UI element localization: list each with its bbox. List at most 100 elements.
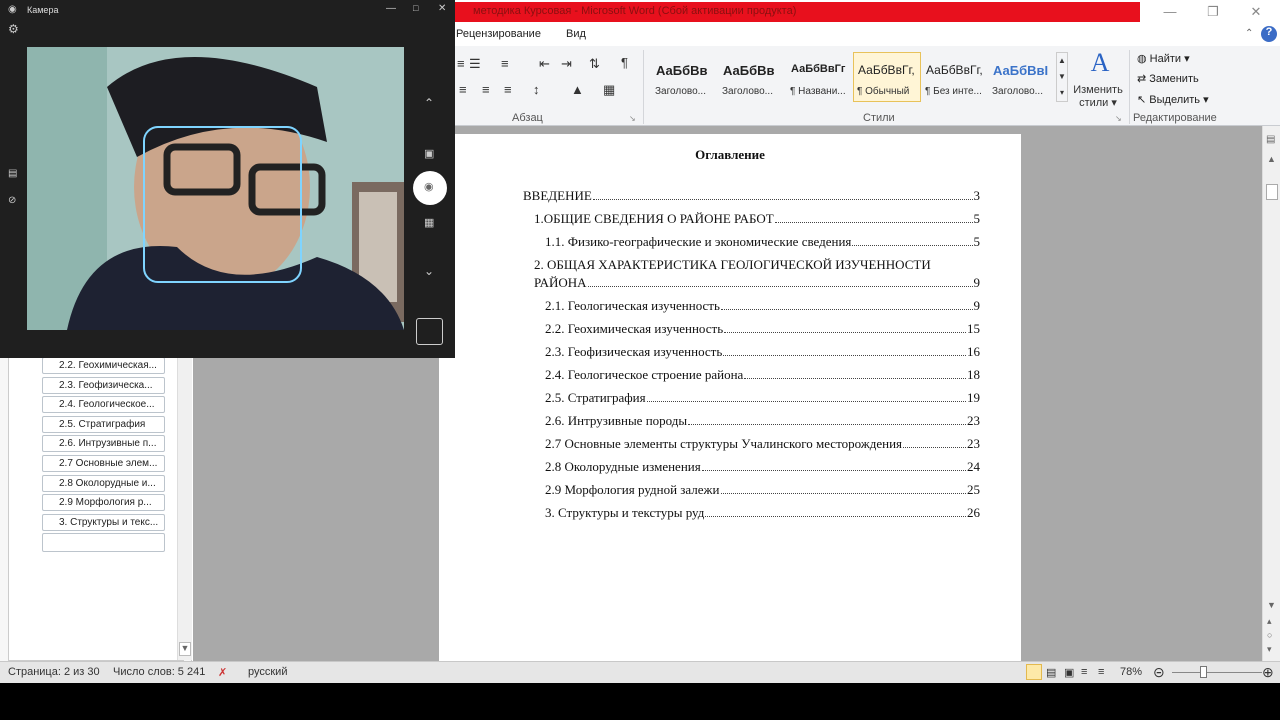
- toc-entry[interactable]: 2.4. Геологическое строение района 18: [545, 367, 980, 383]
- nav-heading-item[interactable]: [42, 533, 165, 553]
- borders-icon[interactable]: ▦: [603, 82, 615, 98]
- zoom-out-icon[interactable]: ⊝: [1153, 664, 1165, 681]
- bullets-list-icon[interactable]: ≡: [457, 56, 465, 71]
- toc-entry[interactable]: 1.1. Физико-географические и экономическ…: [545, 234, 980, 250]
- previous-page-icon[interactable]: ▴: [1267, 616, 1272, 627]
- close-icon[interactable]: ✕: [438, 3, 446, 14]
- nav-heading-item[interactable]: 2.9 Морфология р...: [42, 494, 165, 512]
- toc-entry[interactable]: ВВЕДЕНИЕ 3: [523, 188, 980, 204]
- web-layout-icon[interactable]: ▣: [1064, 666, 1074, 679]
- scroll-down-icon[interactable]: ▼: [179, 642, 191, 656]
- help-icon[interactable]: ?: [1261, 26, 1277, 42]
- find-button[interactable]: ◍ Найти ▾: [1137, 52, 1190, 65]
- toc-entry[interactable]: 2.9 Морфология рудной залежи 25: [545, 482, 980, 498]
- zoom-slider[interactable]: [1172, 672, 1262, 673]
- change-styles-label[interactable]: Изменить стили ▾: [1070, 84, 1126, 109]
- toc-leader-dots: [744, 378, 966, 379]
- align-center-icon[interactable]: ≡: [482, 82, 490, 97]
- page-count[interactable]: Страница: 2 из 30: [8, 666, 100, 678]
- maximize-icon[interactable]: □: [413, 3, 418, 13]
- sort-icon[interactable]: ⇅: [589, 56, 600, 72]
- align-left-icon[interactable]: ≡: [459, 82, 467, 97]
- toc-entry-text-line[interactable]: 2. ОБЩАЯ ХАРАКТЕРИСТИКА ГЕОЛОГИЧЕСКОЙ ИЗ…: [534, 257, 931, 273]
- paragraph-dialog-icon[interactable]: ↘: [629, 114, 636, 123]
- nav-heading-item[interactable]: 2.2. Геохимическая...: [42, 357, 165, 374]
- hdr-icon[interactable]: ▤: [8, 168, 17, 179]
- chevron-down-icon[interactable]: ⌄: [424, 264, 434, 278]
- toc-entry[interactable]: 2.5. Стратиграфия 19: [545, 390, 980, 406]
- style-item[interactable]: АаБбВвГг, ¶ Обычный: [853, 52, 921, 102]
- minimize-icon[interactable]: —: [386, 3, 396, 14]
- toc-entry[interactable]: 2.2. Геохимическая изученность 15: [545, 321, 980, 337]
- collapse-ribbon-icon[interactable]: ⌃: [1245, 28, 1253, 39]
- scroll-thumb[interactable]: [1266, 184, 1278, 200]
- style-sample: АаБбВв: [656, 63, 708, 78]
- toc-entry[interactable]: 2.1. Геологическая изученность 9: [545, 298, 980, 314]
- styles-scroll-icon[interactable]: ▲ ▼ ▾: [1056, 52, 1068, 102]
- chevron-up-icon[interactable]: ⌃: [424, 96, 434, 110]
- style-item[interactable]: АаБбВв Заголово...: [651, 52, 719, 102]
- draft-view-icon[interactable]: ≡: [1098, 666, 1104, 678]
- close-icon[interactable]: ✕: [1241, 4, 1271, 20]
- nav-heading-item[interactable]: 2.7 Основные элем...: [42, 455, 165, 472]
- multilevel-list-icon[interactable]: ≡: [501, 56, 509, 71]
- gear-icon[interactable]: ⚙: [8, 22, 19, 36]
- style-item[interactable]: АаБбВвГг ¶ Названи...: [786, 52, 854, 102]
- toc-entry[interactable]: РАЙОНА 9: [534, 275, 980, 291]
- language[interactable]: русский: [248, 666, 287, 678]
- nav-heading-item[interactable]: 3. Структуры и текс...: [42, 513, 165, 531]
- document-page[interactable]: Оглавление ВВЕДЕНИЕ 3 1.ОБЩИЕ СВЕДЕНИЯ О Р…: [439, 134, 1021, 661]
- justify-icon[interactable]: ≡: [504, 82, 512, 97]
- nav-heading-item[interactable]: 2.5. Стратиграфия: [42, 415, 165, 433]
- zoom-in-icon[interactable]: ⊕: [1262, 664, 1274, 681]
- change-styles-icon[interactable]: A: [1081, 48, 1119, 78]
- minimize-icon[interactable]: —: [1155, 4, 1185, 19]
- toc-entry[interactable]: 2.7 Основные элементы структуры Учалинск…: [545, 436, 980, 452]
- nav-heading-item[interactable]: 2.4. Геологическое...: [42, 396, 165, 414]
- styles-dialog-icon[interactable]: ↘: [1115, 114, 1122, 123]
- numbered-list-icon[interactable]: ☰: [469, 56, 481, 72]
- browse-object-icon[interactable]: ○: [1267, 630, 1272, 640]
- window-title: методика Курсовая - Microsoft Word (Сбой…: [455, 2, 1140, 22]
- scroll-up-icon[interactable]: ▲: [1267, 154, 1276, 164]
- video-mode-icon[interactable]: ▣: [424, 147, 434, 160]
- replace-button[interactable]: ⇄ Заменить: [1137, 72, 1199, 85]
- pilcrow-icon[interactable]: ¶: [621, 55, 628, 70]
- toc-entry[interactable]: 2.8 Околорудные изменения 24: [545, 459, 980, 475]
- zoom-level[interactable]: 78%: [1120, 666, 1142, 678]
- toc-leader-dots: [705, 516, 966, 517]
- toc-entry[interactable]: 1.ОБЩИЕ СВЕДЕНИЯ О РАЙОНЕ РАБОТ 5: [534, 211, 980, 227]
- toc-entry[interactable]: 3. Структуры и текстуры руд 26: [545, 505, 980, 521]
- toc-entry[interactable]: 2.3. Геофизическая изученность 16: [545, 344, 980, 360]
- style-item[interactable]: АаБбВв Заголово...: [718, 52, 786, 102]
- style-item[interactable]: АаБбВвГг, ¶ Без инте...: [921, 52, 989, 102]
- capture-photo-button[interactable]: ◉: [413, 171, 447, 205]
- nav-heading-item[interactable]: 2.3. Геофизическа...: [42, 376, 165, 394]
- decrease-indent-icon[interactable]: ⇤: [539, 56, 550, 72]
- nav-heading-item[interactable]: 2.6. Интрузивные п...: [42, 435, 165, 453]
- word-count[interactable]: Число слов: 5 241: [113, 666, 205, 678]
- style-item[interactable]: АаБбВвI Заголово...: [988, 52, 1056, 102]
- next-page-icon[interactable]: ▾: [1267, 644, 1272, 655]
- toc-entry[interactable]: 2.6. Интрузивные породы 23: [545, 413, 980, 429]
- document-scrollbar[interactable]: ▤ ▲ ▼ ▴ ○ ▾: [1262, 126, 1280, 661]
- zoom-slider-thumb[interactable]: [1200, 666, 1207, 678]
- select-button[interactable]: ↖ Выделить ▾: [1137, 93, 1209, 106]
- increase-indent-icon[interactable]: ⇥: [561, 56, 572, 72]
- gallery-thumbnail[interactable]: [416, 318, 443, 345]
- ruler-toggle-icon[interactable]: ▤: [1266, 134, 1275, 145]
- qr-code-icon[interactable]: ▦: [424, 216, 434, 229]
- proofing-icon[interactable]: ✗: [218, 666, 227, 679]
- reading-view-icon[interactable]: ▤: [1046, 666, 1056, 679]
- toc-page-number: 23: [967, 413, 980, 428]
- print-layout-icon[interactable]: [1026, 664, 1042, 680]
- outline-view-icon[interactable]: ≡: [1081, 666, 1087, 678]
- restore-icon[interactable]: ❐: [1198, 4, 1228, 20]
- nav-heading-item[interactable]: 2.8 Околорудные и...: [42, 474, 165, 492]
- line-spacing-icon[interactable]: ↕: [533, 82, 540, 97]
- tab-view[interactable]: Вид: [566, 28, 586, 40]
- shading-icon[interactable]: ▲: [571, 82, 584, 97]
- tab-review[interactable]: Рецензирование: [456, 28, 541, 40]
- timer-off-icon[interactable]: ⊘: [8, 195, 16, 206]
- scroll-down-icon[interactable]: ▼: [1267, 600, 1276, 610]
